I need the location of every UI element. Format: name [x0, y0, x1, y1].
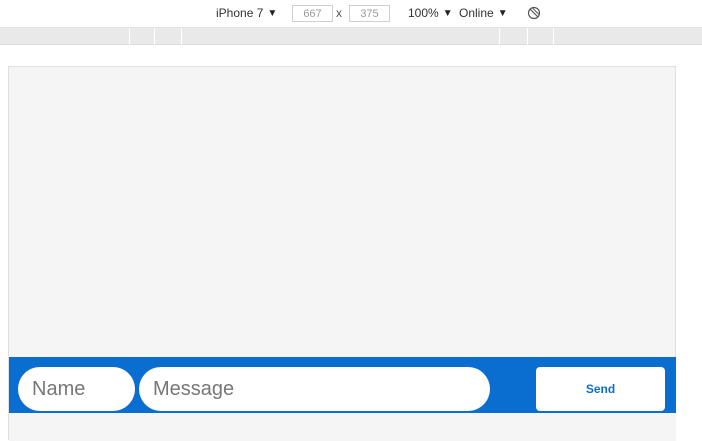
viewport-bottom-area [9, 413, 676, 441]
message-input[interactable] [139, 367, 490, 411]
chat-input-bar: Send [9, 357, 676, 413]
device-toolbar: iPhone 7 ▼ 667 x 375 100% ▼ Online ▼ [0, 0, 702, 28]
device-label: iPhone 7 [216, 6, 264, 20]
device-viewport: Send [8, 66, 676, 441]
zoom-label: 100% [408, 6, 439, 20]
dimension-separator: x [336, 6, 342, 20]
media-query-ruler[interactable] [0, 28, 702, 45]
ruler-tick [527, 28, 528, 45]
ruler-tick [154, 28, 155, 45]
width-input[interactable]: 667 [292, 5, 333, 22]
chevron-down-icon: ▼ [267, 7, 278, 19]
device-select[interactable]: iPhone 7 ▼ [216, 6, 277, 20]
ruler-tick [499, 28, 500, 45]
ruler-tick [129, 28, 130, 45]
network-label: Online [459, 6, 494, 20]
chevron-down-icon: ▼ [442, 7, 453, 19]
rotate-icon[interactable] [527, 6, 541, 20]
height-input[interactable]: 375 [349, 5, 390, 22]
ruler-tick [181, 28, 182, 45]
name-input[interactable] [18, 367, 135, 411]
zoom-select[interactable]: 100% ▼ [408, 6, 453, 20]
network-select[interactable]: Online ▼ [459, 6, 508, 20]
chevron-down-icon: ▼ [497, 7, 508, 19]
send-button[interactable]: Send [536, 367, 665, 411]
ruler-tick [553, 28, 554, 45]
